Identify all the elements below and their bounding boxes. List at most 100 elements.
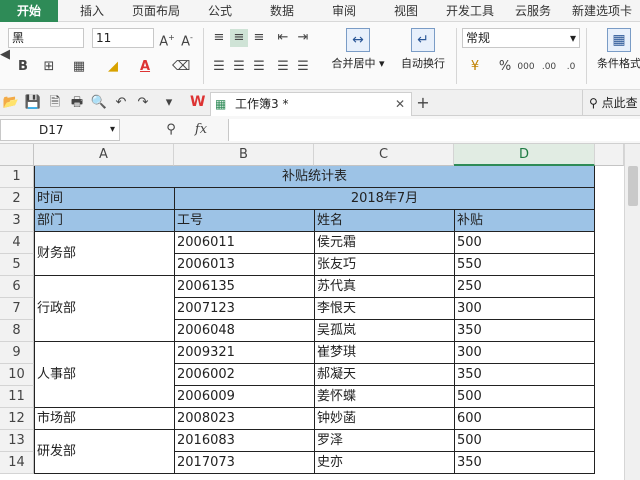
customize-dropdown-icon[interactable]: ▾: [160, 94, 178, 112]
open-folder-icon[interactable]: 📂: [2, 94, 20, 112]
employee-id-cell[interactable]: 2006011: [175, 232, 315, 254]
font-color-icon[interactable]: A: [136, 58, 154, 76]
tab-developer[interactable]: 开发工具: [438, 0, 502, 22]
table-title[interactable]: 补贴统计表: [35, 166, 595, 188]
employee-id-cell[interactable]: 2016083: [175, 430, 315, 452]
employee-id-cell[interactable]: 2009321: [175, 342, 315, 364]
zoom-icon[interactable]: ⚲: [162, 121, 180, 139]
employee-id-cell[interactable]: 2007123: [175, 298, 315, 320]
distributed-icon[interactable]: ☰: [294, 58, 312, 76]
search-box[interactable]: ⚲ 点此查: [582, 90, 640, 116]
document-tab[interactable]: ▦ 工作簿3 * ✕: [210, 92, 412, 116]
subsidy-cell[interactable]: 500: [455, 386, 595, 408]
percent-icon[interactable]: %: [496, 58, 514, 76]
employee-id-cell[interactable]: 2006048: [175, 320, 315, 342]
tab-page-layout[interactable]: 页面布局: [124, 0, 188, 22]
column-header-c[interactable]: C: [314, 144, 454, 166]
merge-center-button[interactable]: ↔ 合并居中 ▾: [328, 28, 388, 71]
period-label[interactable]: 时间: [35, 188, 175, 210]
subsidy-cell[interactable]: 350: [455, 452, 595, 474]
tab-insert[interactable]: 插入: [62, 0, 122, 22]
name-box[interactable]: D17 ▾: [0, 119, 120, 141]
employee-name-cell[interactable]: 侯元霜: [315, 232, 455, 254]
subsidy-cell[interactable]: 300: [455, 298, 595, 320]
header-department[interactable]: 部门: [35, 210, 175, 232]
tab-cloud[interactable]: 云服务: [504, 0, 562, 22]
employee-id-cell[interactable]: 2006002: [175, 364, 315, 386]
subsidy-cell[interactable]: 500: [455, 430, 595, 452]
period-value[interactable]: 2018年7月: [175, 188, 595, 210]
font-name-select[interactable]: 黑: [8, 28, 84, 48]
department-cell[interactable]: 市场部: [35, 408, 175, 430]
decrease-font-icon[interactable]: A-: [178, 29, 196, 49]
row-header[interactable]: 14: [0, 452, 34, 474]
employee-name-cell[interactable]: 钟妙菡: [315, 408, 455, 430]
header-name[interactable]: 姓名: [315, 210, 455, 232]
row-header[interactable]: 1: [0, 166, 34, 188]
align-left-icon[interactable]: ☰: [210, 58, 228, 76]
row-header[interactable]: 7: [0, 298, 34, 320]
border-icon[interactable]: ⊞: [40, 58, 58, 76]
tab-home[interactable]: 开始: [0, 0, 58, 22]
row-header[interactable]: 6: [0, 276, 34, 298]
row-header[interactable]: 5: [0, 254, 34, 276]
row-header[interactable]: 13: [0, 430, 34, 452]
subsidy-cell[interactable]: 500: [455, 232, 595, 254]
tab-data[interactable]: 数据: [252, 0, 312, 22]
vertical-scrollbar[interactable]: [624, 144, 640, 480]
employee-id-cell[interactable]: 2006009: [175, 386, 315, 408]
tab-new-tab[interactable]: 新建选项卡: [564, 0, 640, 22]
fx-icon[interactable]: fx: [192, 121, 210, 139]
new-tab-icon[interactable]: +: [414, 94, 432, 112]
subsidy-cell[interactable]: 300: [455, 342, 595, 364]
decrease-decimal-icon[interactable]: .0: [562, 58, 580, 76]
employee-name-cell[interactable]: 崔梦琪: [315, 342, 455, 364]
employee-id-cell[interactable]: 2008023: [175, 408, 315, 430]
department-cell[interactable]: 行政部: [35, 276, 175, 342]
subsidy-cell[interactable]: 250: [455, 276, 595, 298]
close-icon[interactable]: ✕: [395, 93, 405, 115]
row-header[interactable]: 3: [0, 210, 34, 232]
print-icon[interactable]: 🖶: [68, 94, 86, 112]
header-subsidy[interactable]: 补贴: [455, 210, 595, 232]
subsidy-cell[interactable]: 550: [455, 254, 595, 276]
row-header[interactable]: 2: [0, 188, 34, 210]
print-preview-icon[interactable]: 🔍: [90, 94, 108, 112]
align-right-icon[interactable]: ☰: [250, 58, 268, 76]
employee-name-cell[interactable]: 张友巧: [315, 254, 455, 276]
increase-decimal-icon[interactable]: .00: [540, 58, 558, 76]
column-header-a[interactable]: A: [34, 144, 174, 166]
employee-name-cell[interactable]: 李恨天: [315, 298, 455, 320]
collapse-arrow-icon[interactable]: ◀: [0, 46, 10, 64]
number-format-select[interactable]: 常规 ▾: [462, 28, 580, 48]
subsidy-cell[interactable]: 350: [455, 364, 595, 386]
select-all-corner[interactable]: [0, 144, 34, 166]
undo-icon[interactable]: ↶: [112, 94, 130, 112]
font-size-select[interactable]: 11: [92, 28, 154, 48]
employee-id-cell[interactable]: 2006013: [175, 254, 315, 276]
header-employee-id[interactable]: 工号: [175, 210, 315, 232]
employee-id-cell[interactable]: 2006135: [175, 276, 315, 298]
align-bottom-icon[interactable]: ≡: [250, 29, 268, 47]
bold-icon[interactable]: B: [14, 58, 32, 76]
wrap-text-button[interactable]: ↵ 自动换行: [396, 28, 450, 71]
align-top-icon[interactable]: ≡: [210, 29, 228, 47]
indent-increase-icon[interactable]: ⇥: [294, 29, 312, 47]
employee-name-cell[interactable]: 罗泽: [315, 430, 455, 452]
column-header-b[interactable]: B: [174, 144, 314, 166]
formula-input[interactable]: [228, 119, 640, 141]
thousands-icon[interactable]: 000: [514, 58, 538, 76]
employee-name-cell[interactable]: 苏代真: [315, 276, 455, 298]
subsidy-cell[interactable]: 600: [455, 408, 595, 430]
employee-name-cell[interactable]: 姜怀蝶: [315, 386, 455, 408]
department-cell[interactable]: 财务部: [35, 232, 175, 276]
subsidy-cell[interactable]: 350: [455, 320, 595, 342]
row-header[interactable]: 4: [0, 232, 34, 254]
merge-icon[interactable]: ▦: [70, 58, 88, 76]
redo-icon[interactable]: ↷: [134, 94, 152, 112]
align-middle-icon[interactable]: ≡: [230, 29, 248, 47]
row-header[interactable]: 11: [0, 386, 34, 408]
conditional-format-button[interactable]: ▦ 条件格式: [592, 28, 640, 71]
employee-id-cell[interactable]: 2017073: [175, 452, 315, 474]
row-header[interactable]: 8: [0, 320, 34, 342]
